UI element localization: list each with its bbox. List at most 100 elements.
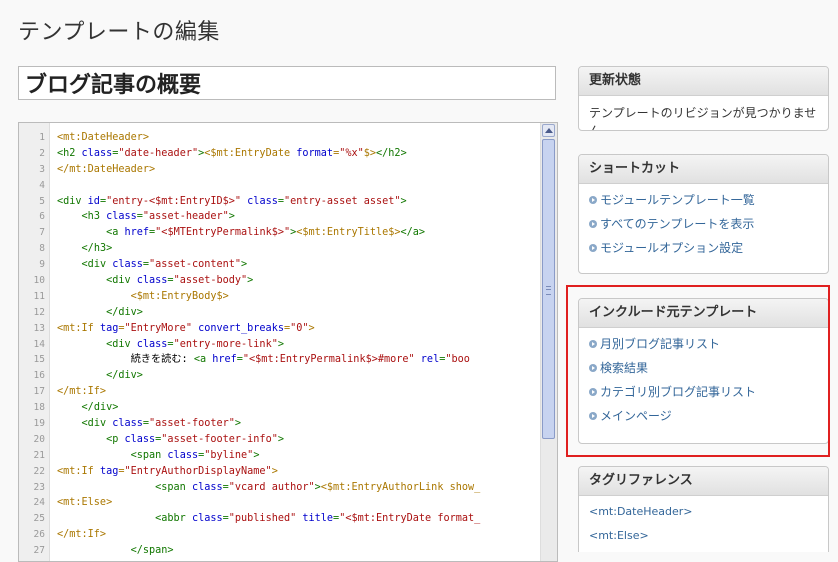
code-text: </div> (57, 368, 541, 384)
code-token: <p (106, 433, 125, 445)
shortcut-link-all-templates[interactable]: すべてのテンプレートを表示 (589, 212, 818, 236)
include-link-monthly-entries[interactable]: 月別ブログ記事リスト (589, 332, 818, 356)
code-text: <span class="byline"> (57, 448, 541, 464)
code-line[interactable]: 25 <abbr class="published" title="<$mt:E… (19, 511, 541, 527)
code-token: > (271, 465, 278, 477)
tag-reference-item[interactable]: <mt:Else> (589, 524, 818, 548)
scroll-grip-icon (546, 286, 551, 295)
include-link-category-entries[interactable]: カテゴリ別ブログ記事リスト (589, 380, 818, 404)
code-text: <h2 class="date-header"><$mt:EntryDate f… (57, 146, 541, 162)
line-number: 7 (39, 227, 45, 239)
line-number: 24 (33, 497, 45, 509)
code-line[interactable]: 10 <div class="asset-body"> (19, 273, 541, 289)
code-text: </div> (57, 305, 541, 321)
code-line[interactable]: 6 <h3 class="asset-header"> (19, 209, 541, 225)
code-token: </span> (130, 545, 174, 557)
code-token: "<$mt:EntryDate format_ (339, 513, 481, 525)
code-line[interactable]: 16 </div> (19, 368, 541, 384)
code-line[interactable]: 8 </h3> (19, 241, 541, 257)
code-line[interactable]: 2 <h2 class="date-header"><$mt:EntryDate … (19, 146, 541, 162)
arrow-right-icon (589, 363, 597, 372)
line-number: 1 (39, 132, 45, 143)
code-line[interactable]: 23 <span class="vcard author"><$mt:Entry… (19, 480, 541, 496)
code-token: > (241, 259, 248, 271)
code-token: <div (106, 275, 137, 287)
code-token: class (136, 275, 168, 287)
code-token: class (136, 338, 168, 350)
line-number: 11 (33, 290, 45, 302)
scroll-thumb[interactable] (542, 139, 555, 439)
arrow-right-icon (589, 219, 597, 228)
arrow-right-icon (589, 411, 597, 420)
code-token: "asset-footer-info" (161, 433, 278, 445)
code-line[interactable]: 22 <mt:If tag="EntryAuthorDisplayName"> (19, 464, 541, 480)
editor-scrollbar[interactable] (540, 123, 557, 561)
code-token: "entry-asset asset" (283, 195, 401, 207)
scroll-up-arrow-icon[interactable] (542, 124, 555, 137)
line-number: 23 (33, 481, 45, 493)
page-title: テンプレートの編集 (18, 20, 220, 45)
code-token: class (112, 259, 143, 271)
code-text: <mt:DateHeader> (57, 130, 541, 146)
code-token: "entry-more-link" (173, 338, 278, 350)
code-line[interactable]: 24 <mt:Else> (19, 495, 541, 511)
code-token: > (277, 338, 284, 350)
line-number: 21 (33, 449, 45, 461)
code-line[interactable]: 18 </div> (19, 400, 541, 416)
code-line[interactable]: 7 <a href="<$MTEntryPermalink$>"><$mt:En… (19, 225, 541, 241)
code-token: > (308, 322, 315, 334)
code-token: <a (106, 227, 125, 239)
line-number: 5 (39, 195, 45, 207)
code-text: <h3 class="asset-header"> (57, 209, 541, 225)
line-number: 3 (39, 163, 45, 175)
code-line[interactable]: 14 <div class="entry-more-link"> (19, 337, 541, 353)
code-token: > (253, 449, 260, 461)
code-token: href (124, 227, 150, 239)
line-number: 2 (39, 147, 45, 159)
code-line[interactable]: 12 </div> (19, 305, 541, 321)
include-link-main-page[interactable]: メインページ (589, 404, 818, 428)
code-token: "EntryMore" (124, 322, 192, 334)
tag-reference-item[interactable]: <mt:DateHeader> (589, 500, 818, 524)
line-number: 6 (39, 211, 45, 223)
template-name-input[interactable] (18, 66, 556, 100)
code-line[interactable]: 11 <$mt:EntryBody$> (19, 289, 541, 305)
line-number: 19 (33, 418, 45, 430)
code-text: <p class="asset-footer-info"> (57, 432, 541, 448)
code-line[interactable]: 15 続きを読む: <a href="<$mt:EntryPermalink$>… (19, 352, 541, 368)
code-line[interactable]: 1 <mt:DateHeader> (19, 130, 541, 146)
code-token: "published" (228, 513, 297, 525)
code-token: <span (155, 481, 192, 493)
shortcut-link-module-options[interactable]: モジュールオプション設定 (589, 236, 818, 260)
line-number: 15 (33, 354, 45, 366)
code-line[interactable]: 5 <div id="entry-<$mt:EntryID$>" class="e… (19, 194, 541, 210)
line-number: 8 (39, 243, 45, 255)
code-line[interactable]: 3 </mt:DateHeader> (19, 162, 541, 178)
code-line[interactable]: 17 </mt:If> (19, 384, 541, 400)
include-link-search-results[interactable]: 検索結果 (589, 356, 818, 380)
code-lines[interactable]: 1 <mt:DateHeader> 2 <h2 class="date-header"… (19, 130, 541, 559)
code-token: <h2 (57, 147, 82, 159)
code-editor[interactable]: 1 <mt:DateHeader> 2 <h2 class="date-header"… (18, 122, 558, 562)
code-token: tag (99, 465, 119, 477)
code-text: </div> (57, 400, 541, 416)
code-line[interactable]: 27 </span> (19, 543, 541, 559)
code-line[interactable]: 4 (19, 178, 541, 194)
code-line[interactable]: 26 </mt:If> (19, 527, 541, 543)
code-line[interactable]: 13 <mt:If tag="EntryMore" convert_breaks=… (19, 321, 541, 337)
code-token: class (191, 481, 223, 493)
line-number: 12 (33, 306, 45, 318)
shortcut-link-module-templates[interactable]: モジュールテンプレート一覧 (589, 188, 818, 212)
code-text: <div class="entry-more-link"> (57, 337, 541, 353)
code-line[interactable]: 21 <span class="byline"> (19, 448, 541, 464)
shortcuts-widget: ショートカット モジュールテンプレート一覧 すべてのテンプレートを表示 モジュー… (578, 154, 829, 274)
code-line[interactable]: 20 <p class="asset-footer-info"> (19, 432, 541, 448)
code-line[interactable]: 19 <div class="asset-footer"> (19, 416, 541, 432)
code-text: <div id="entry-<$mt:EntryID$>" class="en… (57, 194, 541, 210)
code-line[interactable]: 9 <div class="asset-content"> (19, 257, 541, 273)
